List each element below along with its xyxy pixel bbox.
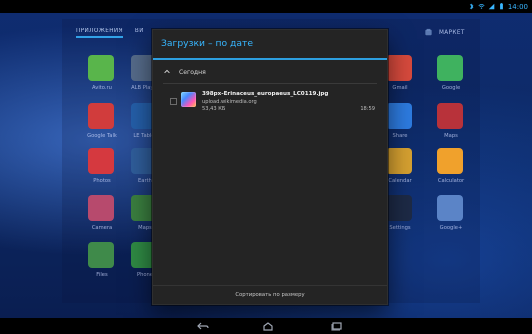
image-thumbnail-icon	[181, 92, 196, 107]
camera-icon	[88, 195, 114, 221]
home-icon[interactable]	[261, 321, 275, 331]
wifi-icon	[478, 3, 485, 10]
gmail-icon	[386, 55, 412, 81]
download-filename: 398px-Erinaceus_europaeus_LC0119.jpg	[202, 91, 329, 97]
avito-icon	[88, 55, 114, 81]
dialog-divider	[153, 58, 387, 60]
app-label: Calculator	[437, 178, 465, 184]
calendar-icon	[386, 148, 412, 174]
photos-icon	[88, 148, 114, 174]
app-maps[interactable]: Maps	[424, 103, 478, 153]
market-icon	[424, 28, 433, 37]
download-row[interactable]: 398px-Erinaceus_europaeus_LC0119.jpg upl…	[153, 86, 387, 120]
section-label: Сегодня	[179, 68, 206, 76]
maps-icon	[437, 103, 463, 129]
talk-icon	[88, 103, 114, 129]
bluetooth-icon	[468, 3, 475, 10]
market-button[interactable]: МАРКЕТ	[424, 28, 465, 37]
status-icons: 14:00	[468, 1, 528, 12]
android-screen: 14:00 ПРИЛОЖЕНИЯ ВИ МАРКЕТ Avito.ru ALB …	[0, 0, 532, 334]
app-google-plus[interactable]: Google+	[424, 195, 478, 245]
app-label: Google+	[439, 225, 463, 231]
back-icon[interactable]	[196, 321, 210, 331]
market-label: МАРКЕТ	[439, 29, 465, 36]
files-icon	[88, 242, 114, 268]
download-checkbox[interactable]	[170, 98, 177, 105]
settings-icon	[386, 195, 412, 221]
dialog-title: Загрузки – по дате	[161, 38, 253, 49]
signal-icon	[488, 3, 495, 10]
section-today-header[interactable]: Сегодня	[153, 61, 387, 83]
download-size: 53,43 КБ	[202, 106, 226, 112]
section-divider	[163, 83, 377, 84]
tab-widgets[interactable]: ВИ	[135, 24, 144, 34]
recent-apps-icon[interactable]	[330, 321, 344, 331]
calculator-icon	[437, 148, 463, 174]
status-bar: 14:00	[0, 0, 532, 13]
battery-icon	[498, 3, 505, 10]
download-time: 18:59	[360, 106, 375, 112]
app-calculator[interactable]: Calculator	[424, 148, 478, 198]
app-label: Maps	[444, 133, 458, 139]
download-source: upload.wikimedia.org	[202, 99, 257, 105]
status-time: 14:00	[507, 2, 528, 11]
sort-by-size-button[interactable]: Сортировать по размеру	[153, 286, 387, 304]
googleplus-icon	[437, 195, 463, 221]
tab-applications[interactable]: ПРИЛОЖЕНИЯ	[76, 24, 123, 38]
chevron-up-icon	[163, 68, 171, 76]
navigation-bar	[0, 318, 532, 334]
app-google[interactable]: Google	[424, 55, 478, 105]
app-label: Google	[441, 85, 461, 91]
downloads-dialog: Загрузки – по дате Сегодня 398px-Erinace…	[152, 29, 388, 305]
google-icon	[437, 55, 463, 81]
share-icon	[386, 103, 412, 129]
